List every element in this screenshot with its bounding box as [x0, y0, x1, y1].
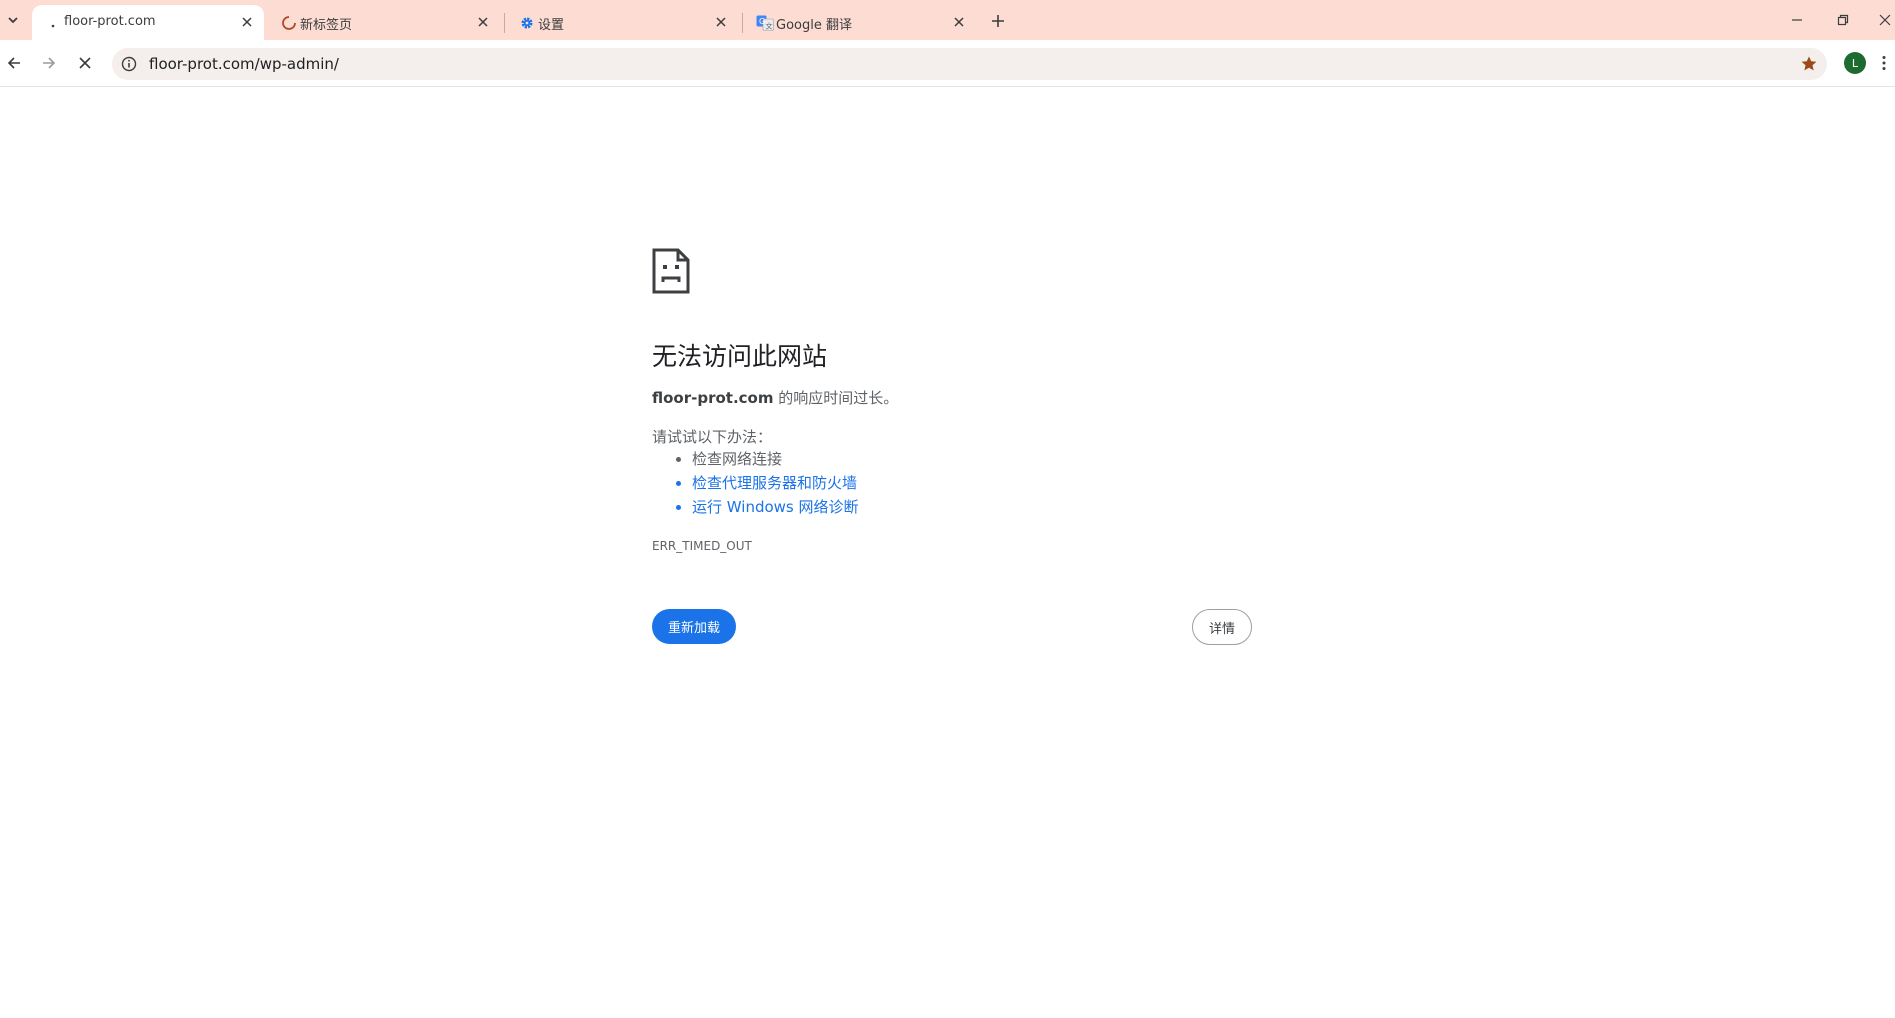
- close-icon: [1879, 14, 1891, 26]
- minimize-button[interactable]: [1783, 8, 1811, 32]
- google-translate-icon: G 文: [756, 14, 774, 32]
- svg-text:G: G: [759, 17, 765, 26]
- details-button[interactable]: 详情: [1192, 609, 1252, 645]
- tab-search-button[interactable]: [2, 8, 24, 32]
- address-bar[interactable]: floor-prot.com/wp-admin/: [112, 48, 1827, 80]
- back-button[interactable]: [1, 50, 27, 76]
- suggestion-windows-diagnostics-link[interactable]: 运行 Windows 网络诊断: [692, 495, 859, 519]
- chevron-down-icon: [8, 17, 18, 24]
- profile-avatar[interactable]: L: [1844, 52, 1866, 74]
- toolbar: floor-prot.com/wp-admin/ L: [0, 40, 1895, 87]
- tab-new-tab[interactable]: 新标签页: [268, 5, 500, 40]
- error-summary-text: 的响应时间过长。: [773, 389, 899, 407]
- error-heading: 无法访问此网站: [652, 342, 828, 371]
- minimize-icon: [1792, 19, 1802, 21]
- close-icon[interactable]: [950, 13, 968, 31]
- suggestions-label: 请试试以下办法：: [652, 428, 773, 446]
- new-tab-button[interactable]: [986, 9, 1010, 33]
- suggestion-check-connection: 检查网络连接: [692, 447, 859, 471]
- menu-button[interactable]: [1876, 50, 1892, 76]
- tab-separator: [504, 13, 505, 33]
- url-text[interactable]: floor-prot.com/wp-admin/: [149, 55, 339, 73]
- close-icon[interactable]: [712, 13, 730, 31]
- forward-arrow-icon: [43, 57, 56, 69]
- suggestions-list: 检查网络连接 检查代理服务器和防火墙 运行 Windows 网络诊断: [652, 447, 859, 519]
- error-summary: floor-prot.com 的响应时间过长。: [652, 387, 898, 408]
- loading-spinner-icon: [280, 14, 298, 32]
- tab-title: floor-prot.com: [64, 14, 156, 29]
- more-vertical-icon: [1882, 56, 1886, 70]
- tab-settings[interactable]: 设置: [506, 5, 738, 40]
- tab-floor-prot[interactable]: floor-prot.com: [32, 5, 264, 40]
- error-code: ERR_TIMED_OUT: [652, 539, 752, 553]
- close-icon[interactable]: [474, 13, 492, 31]
- gear-icon: [518, 14, 536, 32]
- error-host: floor-prot.com: [652, 389, 774, 407]
- bookmark-star-icon[interactable]: [1799, 54, 1819, 74]
- stop-icon: [79, 57, 91, 69]
- restore-button[interactable]: [1829, 8, 1857, 32]
- close-window-button[interactable]: [1871, 8, 1895, 32]
- plus-icon: [992, 15, 1004, 27]
- forward-button[interactable]: [36, 50, 62, 76]
- back-arrow-icon: [7, 57, 20, 69]
- close-icon[interactable]: [238, 13, 256, 31]
- stop-button[interactable]: [72, 50, 98, 76]
- tab-separator: [742, 13, 743, 33]
- restore-icon: [1837, 14, 1849, 26]
- tab-title: Google 翻译: [776, 18, 852, 33]
- info-icon[interactable]: [120, 55, 138, 73]
- tab-google-translate[interactable]: G 文 Google 翻译: [744, 5, 976, 40]
- tab-title: 新标签页: [300, 18, 353, 33]
- tab-strip: floor-prot.com 新标签页 设置 G 文 Google 翻译: [0, 0, 1895, 40]
- sad-document-icon: [652, 248, 690, 294]
- loading-dot-icon: [44, 14, 62, 32]
- reload-button[interactable]: 重新加载: [652, 609, 736, 644]
- tab-title: 设置: [538, 18, 565, 33]
- svg-text:文: 文: [766, 22, 773, 31]
- suggestion-check-proxy-link[interactable]: 检查代理服务器和防火墙: [692, 471, 859, 495]
